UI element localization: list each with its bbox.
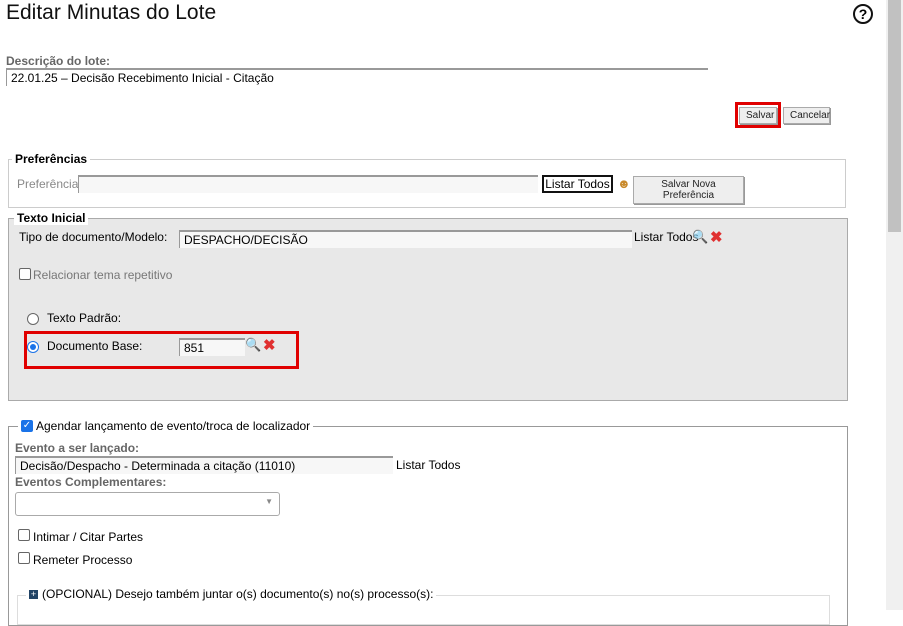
- agendar-label: Agendar lançamento de evento/troca de lo…: [36, 419, 311, 433]
- relacionar-checkbox[interactable]: [19, 268, 31, 280]
- preferencia-list-all-button[interactable]: Listar Todos: [542, 175, 613, 193]
- documento-base-clear-icon[interactable]: ✖: [263, 336, 276, 354]
- descricao-label: Descrição do lote:: [6, 54, 111, 68]
- tipo-label: Tipo de documento/Modelo:: [19, 230, 168, 244]
- complementares-label: Eventos Complementares:: [15, 475, 167, 489]
- preferencia-input[interactable]: [78, 175, 538, 193]
- cancel-button[interactable]: Cancelar: [783, 107, 830, 124]
- preferencia-label: Preferência:: [17, 177, 82, 191]
- page-title: Editar Minutas do Lote: [6, 1, 217, 24]
- relacionar-label: Relacionar tema repetitivo: [33, 268, 173, 282]
- documento-base-label: Documento Base:: [47, 339, 143, 353]
- scrollbar-thumb[interactable]: [888, 0, 901, 232]
- opcional-label: (OPCIONAL) Desejo também juntar o(s) doc…: [42, 587, 434, 601]
- opcional-legend: + (OPCIONAL) Desejo também juntar o(s) d…: [26, 587, 437, 601]
- documento-base-search-icon[interactable]: 🔍: [245, 337, 261, 353]
- texto-padrao-radio[interactable]: [27, 313, 39, 325]
- intimar-checkbox[interactable]: [18, 529, 30, 541]
- texto-padrao-label: Texto Padrão:: [47, 311, 122, 325]
- evento-list-all-link[interactable]: Listar Todos: [396, 458, 460, 472]
- remeter-checkbox[interactable]: [18, 552, 30, 564]
- tipo-input[interactable]: DESPACHO/DECISÃO: [179, 230, 632, 248]
- intimar-label: Intimar / Citar Partes: [33, 530, 144, 544]
- descricao-input[interactable]: 22.01.25 – Decisão Recebimento Inicial -…: [6, 68, 708, 86]
- remeter-label: Remeter Processo: [33, 553, 133, 567]
- chevron-down-icon: ▼: [265, 497, 273, 506]
- tipo-list-all-link[interactable]: Listar Todos: [634, 230, 698, 244]
- documento-base-input[interactable]: 851: [179, 338, 245, 356]
- clear-icon[interactable]: ✖: [710, 228, 723, 246]
- texto-inicial-legend: Texto Inicial: [14, 211, 89, 225]
- evento-input[interactable]: Decisão/Despacho - Determinada a citação…: [15, 456, 393, 474]
- complementares-select[interactable]: ▼: [15, 492, 280, 516]
- evento-label: Evento a ser lançado:: [15, 441, 140, 455]
- save-new-preference-button[interactable]: Salvar Nova Preferência: [633, 176, 744, 204]
- user-icon[interactable]: ☻: [617, 176, 631, 191]
- expand-plus-icon[interactable]: +: [29, 589, 38, 599]
- help-icon[interactable]: ?: [853, 4, 873, 24]
- documento-base-radio[interactable]: [27, 341, 39, 353]
- agendar-checkbox[interactable]: ✓: [21, 420, 33, 432]
- save-button[interactable]: Salvar: [739, 107, 777, 124]
- search-icon[interactable]: 🔍: [692, 229, 708, 245]
- agendar-legend: ✓ Agendar lançamento de evento/troca de …: [18, 419, 314, 433]
- preferencias-legend: Preferências: [12, 152, 91, 166]
